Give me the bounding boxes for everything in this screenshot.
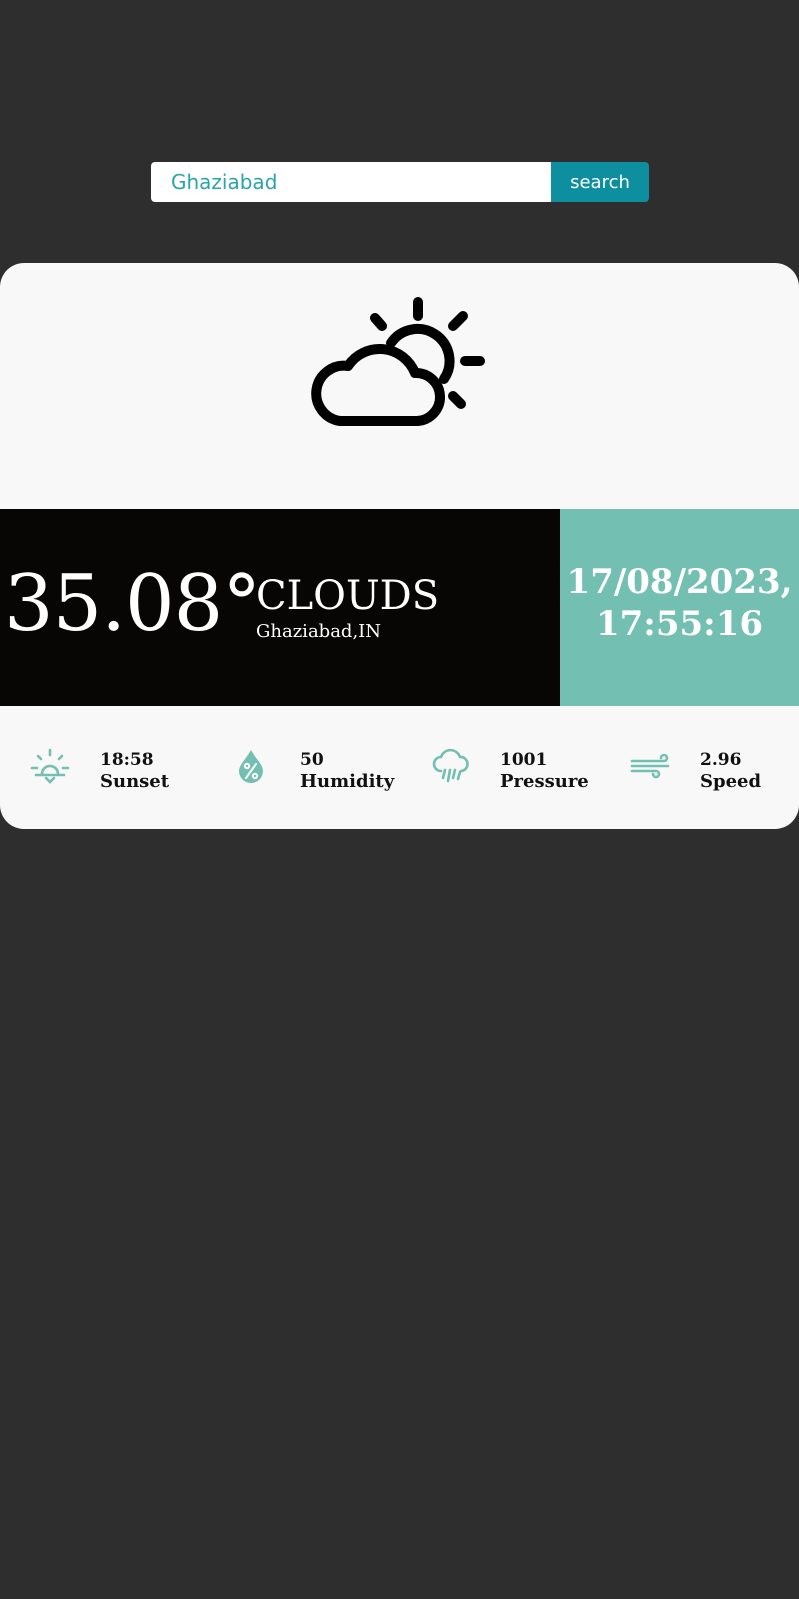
- humidity-value: 50: [300, 750, 324, 770]
- pressure-value: 1001: [500, 750, 548, 770]
- sunset-icon: [30, 748, 70, 784]
- search-button[interactable]: search: [551, 162, 649, 202]
- speed-label: Speed: [700, 771, 762, 792]
- stat-speed-text: 2.96 Speed: [700, 750, 761, 793]
- cloud-sun-icon: [311, 297, 485, 426]
- search-bar: search: [151, 162, 649, 202]
- weather-summary-band: 35.08° CLOUDS Ghaziabad,IN 17/08/2023, 1…: [0, 509, 799, 706]
- rain-cloud-icon: [432, 748, 469, 783]
- weather-condition: CLOUDS: [256, 573, 440, 619]
- weather-card: 35.08° CLOUDS Ghaziabad,IN 17/08/2023, 1…: [0, 263, 799, 829]
- wind-icon: [630, 753, 670, 779]
- sunset-value: 18:58: [100, 750, 154, 770]
- time-label: 17:55:16: [595, 604, 764, 644]
- stat-humidity-text: 50 Humidity: [300, 750, 394, 793]
- temperature-panel: 35.08° CLOUDS Ghaziabad,IN: [0, 509, 560, 706]
- date-label: 17/08/2023,: [566, 562, 793, 602]
- location-label: Ghaziabad,IN: [256, 621, 382, 642]
- stat-pressure-text: 1001 Pressure: [500, 750, 589, 793]
- sunset-label: Sunset: [100, 771, 170, 792]
- weather-stats: 18:58 Sunset 50 Humidity 1001 Pressure 2…: [0, 706, 799, 829]
- speed-value: 2.96: [700, 750, 742, 770]
- temperature-value: 35.08°: [4, 559, 261, 649]
- stat-sunset-text: 18:58 Sunset: [100, 750, 169, 793]
- pressure-label: Pressure: [500, 771, 589, 792]
- search-input[interactable]: [151, 162, 551, 202]
- datetime-panel: 17/08/2023, 17:55:16: [560, 509, 799, 706]
- humidity-icon: [239, 750, 263, 783]
- humidity-label: Humidity: [300, 771, 395, 792]
